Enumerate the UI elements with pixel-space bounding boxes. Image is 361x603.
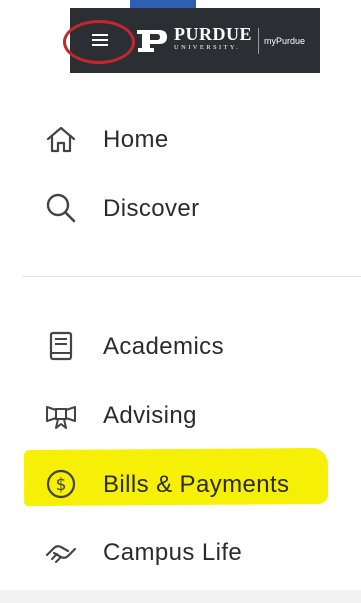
nav-item-discover[interactable]: Discover — [0, 183, 361, 233]
nav-label-academics: Academics — [103, 333, 224, 360]
nav-item-bills-payments[interactable]: $ Bills & Payments — [0, 459, 361, 509]
nav-label-home: Home — [103, 126, 169, 153]
nav-item-home[interactable]: Home — [0, 114, 361, 164]
svg-text:$: $ — [56, 475, 67, 495]
search-icon — [46, 193, 76, 223]
nav-label-campus-life: Campus Life — [103, 539, 243, 566]
nav-label-discover: Discover — [103, 195, 200, 222]
app-header: PURDUE UNIVERSITY. myPurdue — [70, 8, 320, 73]
nav-item-academics[interactable]: Academics — [0, 321, 361, 371]
bottom-strip — [0, 590, 361, 603]
purdue-p-logo-icon — [137, 30, 167, 52]
nav-label-bills-payments: Bills & Payments — [103, 471, 290, 498]
logo-divider — [258, 28, 259, 54]
dollar-circle-icon: $ — [46, 469, 76, 499]
app-name: myPurdue — [264, 36, 306, 46]
home-icon — [46, 126, 76, 153]
top-edge-fragment — [130, 0, 196, 8]
logo-name: PURDUE — [174, 24, 252, 44]
ribbon-icon — [46, 406, 76, 429]
handshake-icon — [45, 545, 77, 563]
logo-subtext: UNIVERSITY. — [174, 44, 241, 51]
hamburger-menu-icon[interactable] — [92, 30, 110, 50]
nav-divider — [22, 276, 361, 277]
book-icon — [49, 331, 73, 361]
nav-item-advising[interactable]: Advising — [0, 390, 361, 440]
purdue-wordmark: PURDUE UNIVERSITY. — [174, 25, 252, 52]
nav-item-campus-life[interactable]: Campus Life — [0, 527, 361, 577]
nav-label-advising: Advising — [103, 402, 197, 429]
